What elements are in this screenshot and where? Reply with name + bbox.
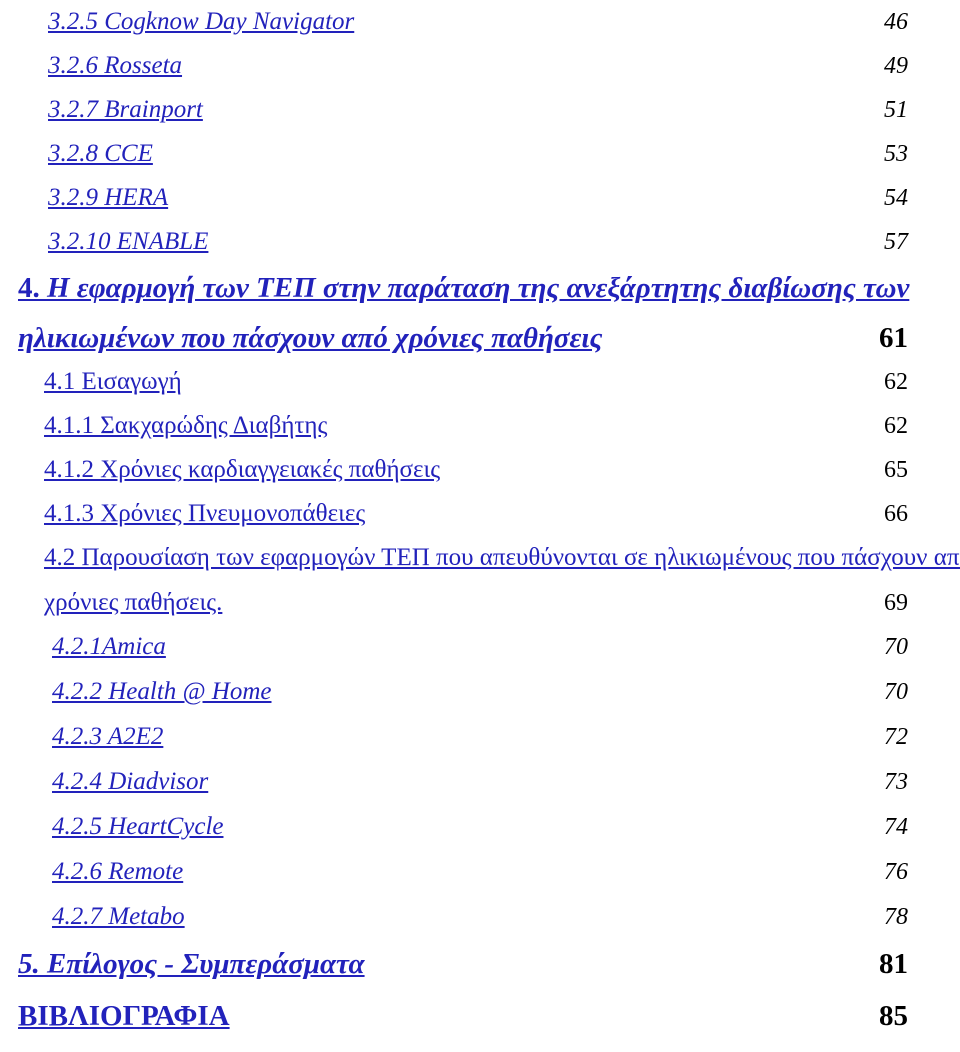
toc-entry-title[interactable]: 3.2.8 CCE <box>48 140 153 168</box>
toc-entry-title-line2[interactable]: χρόνιες παθήσεις. <box>44 589 222 617</box>
toc-entry-title[interactable]: 4.2.6 Remote <box>52 858 183 886</box>
toc-entry-page-number: 54 <box>884 185 908 211</box>
toc-entry-title[interactable]: 4.2.2 Health @ Home <box>52 678 272 706</box>
toc-entry-3-2-6[interactable]: 3.2.6 Rosseta 49 <box>0 52 960 96</box>
toc-entry-page-number: 61 <box>879 322 908 354</box>
toc-entry-title-text: Η εφαρμογή των ΤΕΠ στην παράταση της ανε… <box>47 272 910 304</box>
toc-entry-4-2-3[interactable]: 4.2.3 A2E2 72 <box>0 723 960 768</box>
toc-entry-3-2-5[interactable]: 3.2.5 Cogknow Day Navigator 46 <box>0 8 960 52</box>
toc-entry-title[interactable]: 3.2.6 Rosseta <box>48 52 182 80</box>
toc-entry-4-1[interactable]: 4.1 Εισαγωγή 62 <box>0 368 960 412</box>
toc-entry-title-line1[interactable]: 4. Η εφαρμογή των ΤΕΠ στην παράταση της … <box>18 272 909 305</box>
toc-entry-bibliography[interactable]: ΒΙΒΛΙΟΓΡΑΦΙΑ 85 <box>0 1000 960 1052</box>
toc-entry-page-number: 49 <box>884 53 908 79</box>
toc-entry-3-2-7[interactable]: 3.2.7 Brainport 51 <box>0 96 960 140</box>
toc-entry-4-2-2[interactable]: 4.2.2 Health @ Home 70 <box>0 678 960 723</box>
toc-entry-number-prefix: 4. <box>18 272 47 304</box>
toc-entry-page-number: 76 <box>884 859 908 885</box>
toc-entry-page-number: 51 <box>884 97 908 123</box>
toc-entry-page-number: 70 <box>884 634 908 660</box>
toc-entry-3-2-8[interactable]: 3.2.8 CCE 53 <box>0 140 960 184</box>
toc-entry-4-2-line2[interactable]: χρόνιες παθήσεις. 69 <box>0 589 960 633</box>
toc-entry-4-2-line1[interactable]: 4.2 Παρουσίαση των εφαρμογών ΤΕΠ που απε… <box>0 544 960 589</box>
toc-entry-title[interactable]: 4.1.3 Χρόνιες Πνευμονοπάθειες <box>44 500 365 528</box>
toc-entry-5[interactable]: 5. Επίλογος - Συμπεράσματα 81 <box>0 948 960 1000</box>
toc-entry-title[interactable]: 3.2.9 HERA <box>48 184 168 212</box>
toc-entry-page-number: 73 <box>884 769 908 795</box>
toc-entry-title[interactable]: 4.2.7 Metabo <box>52 903 185 931</box>
toc-entry-page-number: 78 <box>884 904 908 930</box>
toc-entry-title[interactable]: 3.2.5 Cogknow Day Navigator <box>48 8 354 36</box>
toc-entry-4-line1[interactable]: 4. Η εφαρμογή των ΤΕΠ στην παράταση της … <box>0 272 960 322</box>
toc-entry-page-number: 81 <box>879 948 908 980</box>
toc-entry-page-number: 53 <box>884 141 908 167</box>
toc-entry-4-2-7[interactable]: 4.2.7 Metabo 78 <box>0 903 960 948</box>
toc-entry-4-1-3[interactable]: 4.1.3 Χρόνιες Πνευμονοπάθειες 66 <box>0 500 960 544</box>
toc-entry-3-2-10[interactable]: 3.2.10 ENABLE 57 <box>0 228 960 272</box>
toc-entry-title-line1[interactable]: 4.2 Παρουσίαση των εφαρμογών ΤΕΠ που απε… <box>44 544 960 572</box>
toc-entry-4-2-4[interactable]: 4.2.4 Diadvisor 73 <box>0 768 960 813</box>
toc-entry-title[interactable]: 3.2.7 Brainport <box>48 96 203 124</box>
toc-entry-title-line2[interactable]: ηλικιωμένων που πάσχουν από χρόνιες παθή… <box>18 322 602 355</box>
toc-entry-title[interactable]: 3.2.10 ENABLE <box>48 228 208 256</box>
toc-entry-page-number: 57 <box>884 229 908 255</box>
toc-entry-4-line2[interactable]: ηλικιωμένων που πάσχουν από χρόνιες παθή… <box>0 322 960 368</box>
toc-entry-3-2-9[interactable]: 3.2.9 HERA 54 <box>0 184 960 228</box>
toc-entry-title[interactable]: 4.2.1Amica <box>52 633 166 661</box>
toc-entry-4-2-6[interactable]: 4.2.6 Remote 76 <box>0 858 960 903</box>
toc-entry-page-number: 65 <box>884 457 908 483</box>
toc-entry-title[interactable]: 5. Επίλογος - Συμπεράσματα <box>18 948 365 981</box>
toc-entry-page-number: 62 <box>884 413 908 439</box>
toc-entry-page-number: 46 <box>884 9 908 35</box>
top-spacer <box>0 0 960 8</box>
toc-entry-title[interactable]: 4.2.5 HeartCycle <box>52 813 223 841</box>
toc-entry-page-number: 74 <box>884 814 908 840</box>
toc-entry-4-1-1[interactable]: 4.1.1 Σακχαρώδης Διαβήτης 62 <box>0 412 960 456</box>
toc-entry-title[interactable]: 4.1.1 Σακχαρώδης Διαβήτης <box>44 412 327 440</box>
toc-entry-page-number: 72 <box>884 724 908 750</box>
toc-entry-title[interactable]: 4.1.2 Χρόνιες καρδιαγγειακές παθήσεις <box>44 456 440 484</box>
toc-entry-title[interactable]: 4.2.4 Diadvisor <box>52 768 208 796</box>
toc-entry-page-number: 85 <box>879 1000 908 1032</box>
toc-entry-page-number: 66 <box>884 501 908 527</box>
toc-entry-4-1-2[interactable]: 4.1.2 Χρόνιες καρδιαγγειακές παθήσεις 65 <box>0 456 960 500</box>
toc-entry-page-number: 62 <box>884 369 908 395</box>
toc-entry-4-2-5[interactable]: 4.2.5 HeartCycle 74 <box>0 813 960 858</box>
toc-entry-title[interactable]: 4.1 Εισαγωγή <box>44 368 182 396</box>
table-of-contents: 3.2.5 Cogknow Day Navigator 46 3.2.6 Ros… <box>0 0 960 1051</box>
toc-entry-title[interactable]: 4.2.3 A2E2 <box>52 723 163 751</box>
toc-entry-page-number: 70 <box>884 679 908 705</box>
toc-entry-title[interactable]: ΒΙΒΛΙΟΓΡΑΦΙΑ <box>18 1000 230 1033</box>
toc-entry-4-2-1[interactable]: 4.2.1Amica 70 <box>0 633 960 678</box>
toc-entry-page-number: 69 <box>884 590 908 616</box>
